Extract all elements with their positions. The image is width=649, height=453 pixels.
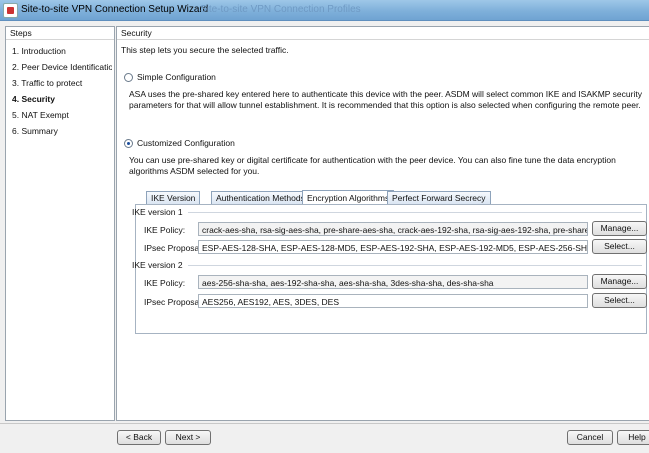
ike-v2-policy-label: IKE Policy:	[144, 278, 186, 288]
back-button[interactable]: < Back	[117, 430, 161, 445]
simple-config-radio[interactable]	[124, 73, 133, 82]
ike-v2-policy-field[interactable]: aes-256-sha-sha, aes-192-sha-sha, aes-sh…	[198, 275, 588, 289]
custom-config-label[interactable]: Customized Configuration	[137, 138, 235, 148]
ike-v1-group-line	[188, 212, 642, 213]
custom-config-radio[interactable]	[124, 139, 133, 148]
step-introduction[interactable]: 1. Introduction	[12, 46, 112, 56]
background-window-title: Site-to-site VPN Connection Profiles	[200, 4, 361, 15]
tab-authentication-methods[interactable]: Authentication Methods	[211, 191, 310, 204]
cancel-button[interactable]: Cancel	[567, 430, 613, 445]
ike-v1-policy-label: IKE Policy:	[144, 225, 186, 235]
ike-v1-policy-field[interactable]: crack-aes-sha, rsa-sig-aes-sha, pre-shar…	[198, 222, 588, 236]
step-nat-exempt[interactable]: 5. NAT Exempt	[12, 110, 112, 120]
ike-v1-select-button[interactable]: Select...	[592, 239, 647, 254]
step-security[interactable]: 4. Security	[12, 94, 112, 104]
app-icon	[3, 3, 18, 18]
custom-config-description: You can use pre-shared key or digital ce…	[129, 155, 616, 176]
steps-panel: Steps 1. Introduction 2. Peer Device Ide…	[5, 26, 115, 421]
ike-v1-group-label: IKE version 1	[132, 207, 183, 217]
step-traffic-to-protect[interactable]: 3. Traffic to protect	[12, 78, 112, 88]
ike-v2-manage-button[interactable]: Manage...	[592, 274, 647, 289]
ike-v2-group-line	[188, 265, 642, 266]
step-peer-device-identification[interactable]: 2. Peer Device Identificatio	[12, 62, 112, 72]
steps-header: Steps	[6, 27, 114, 40]
encryption-algorithms-tab-body: IKE version 1 IKE Policy: crack-aes-sha,…	[132, 204, 647, 334]
ike-v2-group-label: IKE version 2	[132, 260, 183, 270]
ike-v1-ipsec-label: IPsec Proposal:	[144, 243, 204, 253]
ike-v2-select-button[interactable]: Select...	[592, 293, 647, 308]
ike-v2-ipsec-label: IPsec Proposal:	[144, 297, 204, 307]
tab-ike-version[interactable]: IKE Version	[146, 191, 201, 204]
footer-divider	[0, 423, 649, 424]
intro-text: This step lets you secure the selected t…	[121, 45, 289, 55]
window-titlebar: Site-to-site VPN Connection Setup Wizard…	[0, 0, 649, 21]
wizard-frame: Steps 1. Introduction 2. Peer Device Ide…	[0, 21, 649, 453]
ike-v1-manage-button[interactable]: Manage...	[592, 221, 647, 236]
next-button[interactable]: Next >	[165, 430, 211, 445]
ike-v2-ipsec-field[interactable]: AES256, AES192, AES, 3DES, DES	[198, 294, 588, 308]
simple-config-label[interactable]: Simple Configuration	[137, 72, 216, 82]
section-divider	[117, 39, 649, 40]
ike-v1-ipsec-field[interactable]: ESP-AES-128-SHA, ESP-AES-128-MD5, ESP-AE…	[198, 240, 588, 254]
help-button[interactable]: Help	[617, 430, 649, 445]
section-title: Security	[121, 28, 152, 38]
window-title: Site-to-site VPN Connection Setup Wizard	[21, 4, 209, 15]
tab-encryption-algorithms[interactable]: Encryption Algorithms	[302, 190, 395, 204]
tab-perfect-forward-secrecy[interactable]: Perfect Forward Secrecy	[387, 191, 491, 204]
simple-config-description: ASA uses the pre-shared key entered here…	[129, 89, 642, 110]
security-panel: Security This step lets you secure the s…	[116, 26, 649, 421]
step-summary[interactable]: 6. Summary	[12, 126, 112, 136]
